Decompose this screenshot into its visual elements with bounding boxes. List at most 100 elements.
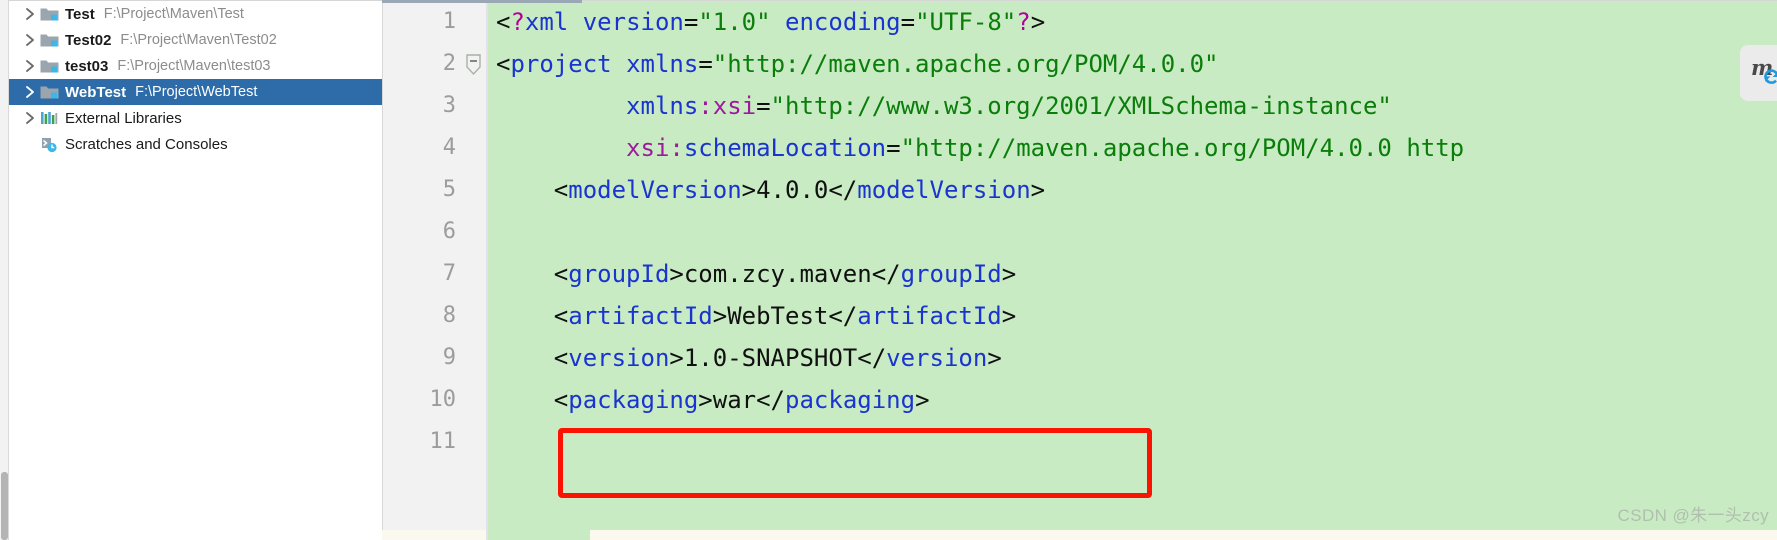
- code-token-txt: 1.0-SNAPSHOT: [683, 344, 858, 372]
- code-token-punct: </: [828, 176, 858, 204]
- code-token-tag: version: [886, 344, 988, 372]
- chevron-right-icon[interactable]: [21, 31, 39, 49]
- code-token-punct: </: [857, 344, 887, 372]
- line-number: 6: [442, 219, 456, 244]
- chevron-right-icon[interactable]: [21, 83, 39, 101]
- code-line: <version>1.0-SNAPSHOT</version>: [496, 337, 1464, 379]
- code-token-tag: packaging: [785, 386, 916, 414]
- module-folder-icon: [39, 57, 59, 75]
- code-token-tag: version: [568, 344, 670, 372]
- code-token-punct: =: [698, 50, 713, 78]
- code-token-txt: war: [712, 386, 757, 414]
- code-token-tag: modelVersion: [857, 176, 1031, 204]
- code-line: <packaging>war</packaging>: [496, 379, 1464, 421]
- code-token-punct: <: [553, 176, 569, 204]
- module-folder-icon: [39, 31, 59, 49]
- project-tree-list: Test F:\Project\Maven\Test Test02 F:\Projec…: [9, 1, 382, 157]
- project-tree-scrollbar-thumb[interactable]: [1, 472, 8, 540]
- tree-item-test03[interactable]: test03 F:\Project\Maven\test03: [9, 53, 382, 79]
- tree-item-path: F:\Project\Maven\Test02: [120, 32, 277, 48]
- code-token-punct: <: [553, 344, 569, 372]
- code-token-punct: =: [683, 8, 699, 36]
- chevron-right-icon[interactable]: [21, 5, 39, 23]
- code-token-punct: </: [756, 386, 786, 414]
- code-token-pi: ?: [1016, 8, 1031, 36]
- scratches-icon: [41, 137, 57, 152]
- code-token-nspfx: xsi:: [626, 134, 684, 162]
- code-token-tag: groupId: [900, 260, 1002, 288]
- module-folder-icon: [40, 8, 58, 21]
- code-fold-icon[interactable]: [466, 54, 481, 76]
- tree-item-test[interactable]: Test F:\Project\Maven\Test: [9, 1, 382, 27]
- code-token-tag: project: [510, 50, 612, 78]
- tree-item-path: F:\Project\Maven\test03: [117, 58, 271, 74]
- maven-reload-icon: m: [1751, 55, 1777, 84]
- line-number: 4: [442, 135, 456, 160]
- tree-item-scratches-and-consoles[interactable]: Scratches and Consoles: [9, 131, 382, 157]
- code-token-punct: >: [741, 176, 757, 204]
- code-token-attr: xmlns: [626, 50, 699, 78]
- line-number: 2: [442, 51, 456, 76]
- chevron-right-icon[interactable]: [21, 57, 39, 75]
- tree-item-label: WebTest: [65, 83, 127, 101]
- code-line: <?xml version="1.0" encoding="UTF-8"?>: [496, 1, 1464, 43]
- code-token-nspfx: :xsi: [698, 92, 757, 120]
- project-tree-scrollbar-track[interactable]: [0, 0, 9, 540]
- code-token-punct: =: [900, 8, 916, 36]
- tree-item-external-libraries[interactable]: External Libraries: [9, 105, 382, 131]
- code-token-txt: 4.0.0: [756, 176, 829, 204]
- code-token-attr: version: [582, 8, 684, 36]
- code-token-punct: <: [496, 8, 511, 36]
- line-number-column: 1 2 3 4 5 6 7 8 9 10 11: [382, 1, 460, 463]
- chevron-right-icon[interactable]: [21, 109, 39, 127]
- tree-item-webtest[interactable]: WebTest F:\Project\WebTest: [9, 79, 382, 105]
- code-token-punct: =: [886, 134, 901, 162]
- module-folder-icon: [40, 60, 58, 73]
- code-token-punct: </: [828, 302, 858, 330]
- tree-item-path: F:\Project\WebTest: [135, 84, 258, 100]
- line-number: 5: [442, 177, 456, 202]
- code-token-tag: xml: [524, 8, 569, 36]
- code-token-punct: =: [756, 92, 771, 120]
- line-number: 3: [442, 93, 456, 118]
- scratches-icon: [39, 135, 59, 153]
- module-folder-icon: [39, 83, 59, 101]
- maven-reload-button[interactable]: m: [1740, 45, 1777, 101]
- code-token-str: "http://maven.apache.org/POM/4.0.0": [712, 50, 1219, 78]
- code-token-tag: artifactId: [857, 302, 1002, 330]
- code-line: <groupId>com.zcy.maven</groupId>: [496, 253, 1464, 295]
- line-number: 7: [442, 261, 456, 286]
- code-token-tag: modelVersion: [568, 176, 742, 204]
- line-number: 9: [442, 345, 456, 370]
- gutter-bottom-strip: [382, 530, 486, 540]
- code-line: <modelVersion>4.0.0</modelVersion>: [496, 169, 1464, 211]
- code-token-tag: artifactId: [568, 302, 713, 330]
- code-token-punct: >: [1001, 260, 1017, 288]
- line-number: 11: [429, 429, 457, 454]
- svg-text:m: m: [1751, 55, 1773, 80]
- code-token-tag: groupId: [568, 260, 670, 288]
- editor-top-divider: [382, 0, 1777, 1]
- tree-item-path: F:\Project\Maven\Test: [103, 6, 244, 22]
- code-text-area[interactable]: <?xml version="1.0" encoding="UTF-8"?> <p…: [486, 1, 1777, 540]
- code-token-punct: >: [669, 260, 684, 288]
- csdn-watermark: CSDN @朱一头zcy: [1617, 506, 1769, 525]
- tree-item-label: Test02: [65, 31, 112, 49]
- code-token-punct: >: [712, 302, 728, 330]
- code-token-str: "UTF-8": [915, 8, 1017, 36]
- code-line: <project xmlns="http://maven.apache.org/…: [496, 43, 1464, 85]
- code-token-txt: com.zcy.maven: [683, 260, 872, 288]
- code-token-punct: >: [698, 386, 713, 414]
- tree-item-test02[interactable]: Test02 F:\Project\Maven\Test02: [9, 27, 382, 53]
- code-editor[interactable]: 1 2 3 4 5 6 7 8 9 10 11 <?xml version="1.0" encodi…: [382, 0, 1777, 540]
- editor-bottom-strip: [590, 530, 1777, 540]
